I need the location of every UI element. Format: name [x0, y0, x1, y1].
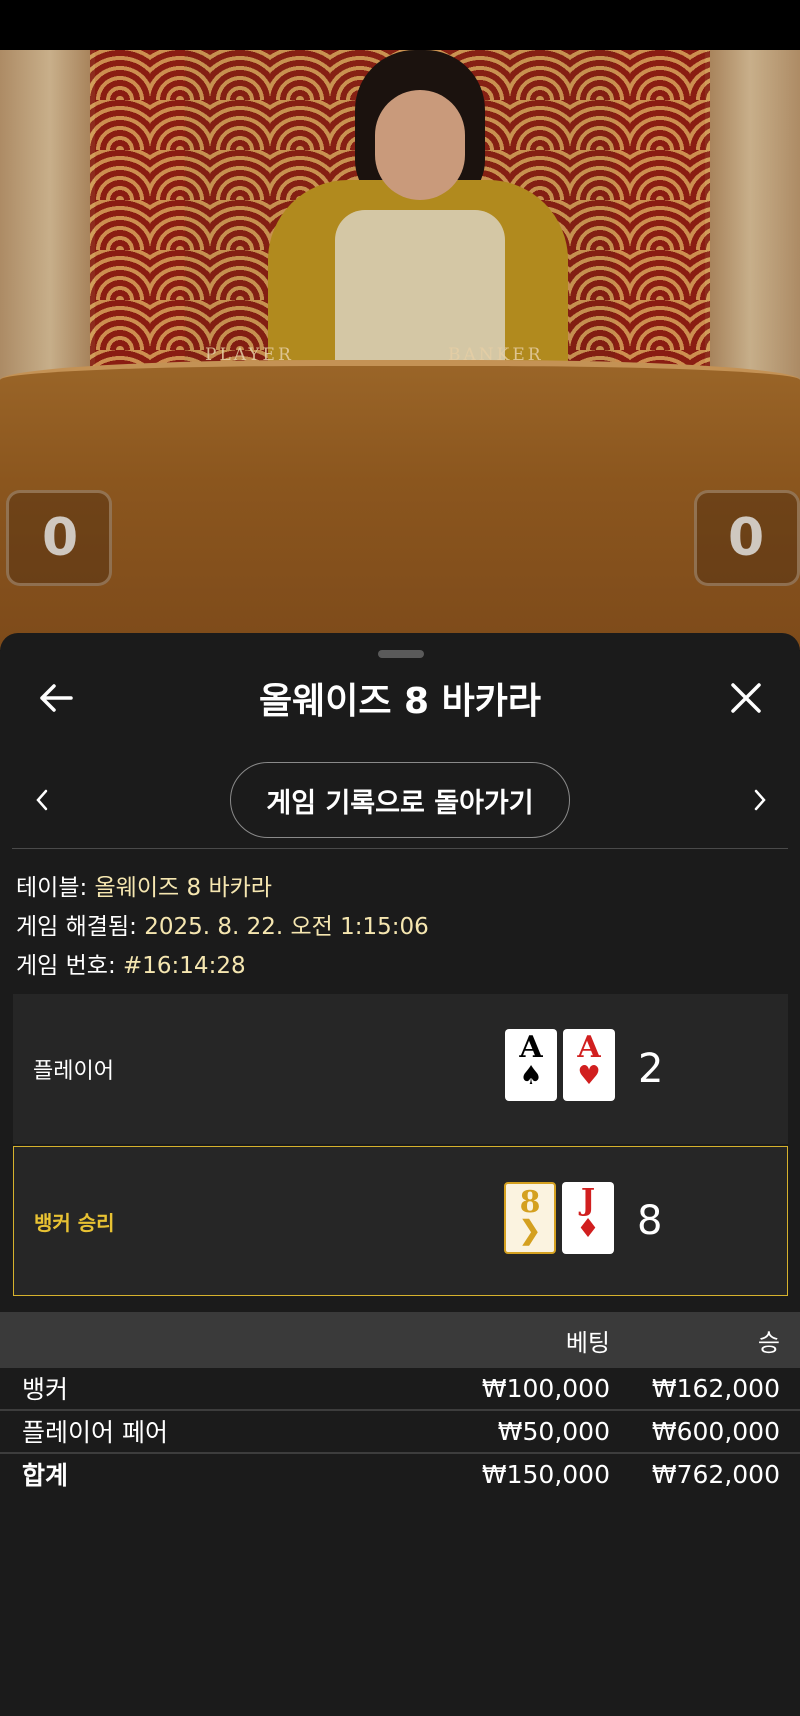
bet-row-win: ₩600,000 — [651, 1416, 780, 1446]
info-resolved-value: 2025. 8. 22. 오전 1:15:06 — [144, 914, 429, 940]
card-rank: 8 — [519, 1185, 541, 1220]
total-row-name: 합계 — [22, 1461, 69, 1490]
info-resolved-label: 게임 해결됨: — [16, 914, 137, 940]
live-video-feed — [0, 50, 800, 650]
hand-score: 2 — [638, 1046, 664, 1092]
info-number-value: #16:14:28 — [123, 953, 246, 979]
spade-icon: ♠ — [519, 1061, 543, 1091]
chevron-right-icon[interactable] — [740, 780, 780, 820]
column-header-bet: 베팅 — [565, 1328, 610, 1357]
table-banker-label: BANKER — [448, 345, 544, 365]
column-header-win: 승 — [757, 1328, 780, 1357]
status-bar — [0, 0, 800, 50]
playing-card: J ♦ — [562, 1182, 614, 1254]
playing-card: A ♥ — [563, 1029, 615, 1101]
bet-row-amount: ₩100,000 — [481, 1373, 610, 1403]
info-table-value: 올웨이즈 8 바카라 — [94, 875, 272, 901]
dealer-face — [375, 90, 465, 200]
diamond-icon: ♦ — [576, 1214, 600, 1244]
total-win-amount: ₩762,000 — [651, 1459, 780, 1489]
info-table: 테이블: 올웨이즈 8 바카라 — [16, 868, 272, 902]
bet-row-name: 플레이어 페어 — [22, 1418, 168, 1447]
table-player-label: PLAYER — [205, 345, 294, 365]
banker-hand-row: 뱅커 승리 8 ❯ J ♦ 8 — [13, 1146, 788, 1296]
leaf-icon: ❯ — [519, 1216, 541, 1246]
card-rank: J — [580, 1183, 596, 1218]
hand-label-winner: 뱅커 승리 — [34, 1210, 115, 1235]
bet-row-amount: ₩50,000 — [497, 1416, 610, 1446]
banker-score: 0 — [728, 508, 765, 568]
info-game-number: 게임 번호: #16:14:28 — [16, 946, 246, 980]
bet-row-win: ₩162,000 — [651, 1373, 780, 1403]
total-bet-amount: ₩150,000 — [481, 1459, 610, 1489]
hand-score: 8 — [637, 1198, 663, 1244]
heart-icon: ♥ — [577, 1061, 601, 1091]
close-icon[interactable] — [718, 672, 774, 724]
bet-row-name: 뱅커 — [22, 1375, 69, 1404]
playing-card: A ♠ — [505, 1029, 557, 1101]
hand-label: 플레이어 — [33, 1059, 114, 1084]
info-resolved: 게임 해결됨: 2025. 8. 22. 오전 1:15:06 — [16, 907, 429, 941]
info-number-label: 게임 번호: — [16, 953, 116, 979]
player-hand-row: 플레이어 A ♠ A ♥ 2 — [13, 994, 788, 1144]
card-rank: A — [577, 1030, 601, 1065]
page-title: 올웨이즈 8 바카라 — [259, 681, 541, 722]
playing-card: 8 ❯ — [504, 1182, 556, 1254]
card-rank: A — [519, 1030, 543, 1065]
drag-handle[interactable] — [378, 650, 424, 658]
back-to-history-button[interactable]: 게임 기록으로 돌아가기 — [230, 762, 570, 838]
divider — [12, 848, 788, 849]
chevron-left-icon[interactable] — [22, 780, 62, 820]
baccarat-table — [0, 360, 800, 650]
player-score: 0 — [42, 508, 79, 568]
info-table-label: 테이블: — [16, 875, 88, 901]
